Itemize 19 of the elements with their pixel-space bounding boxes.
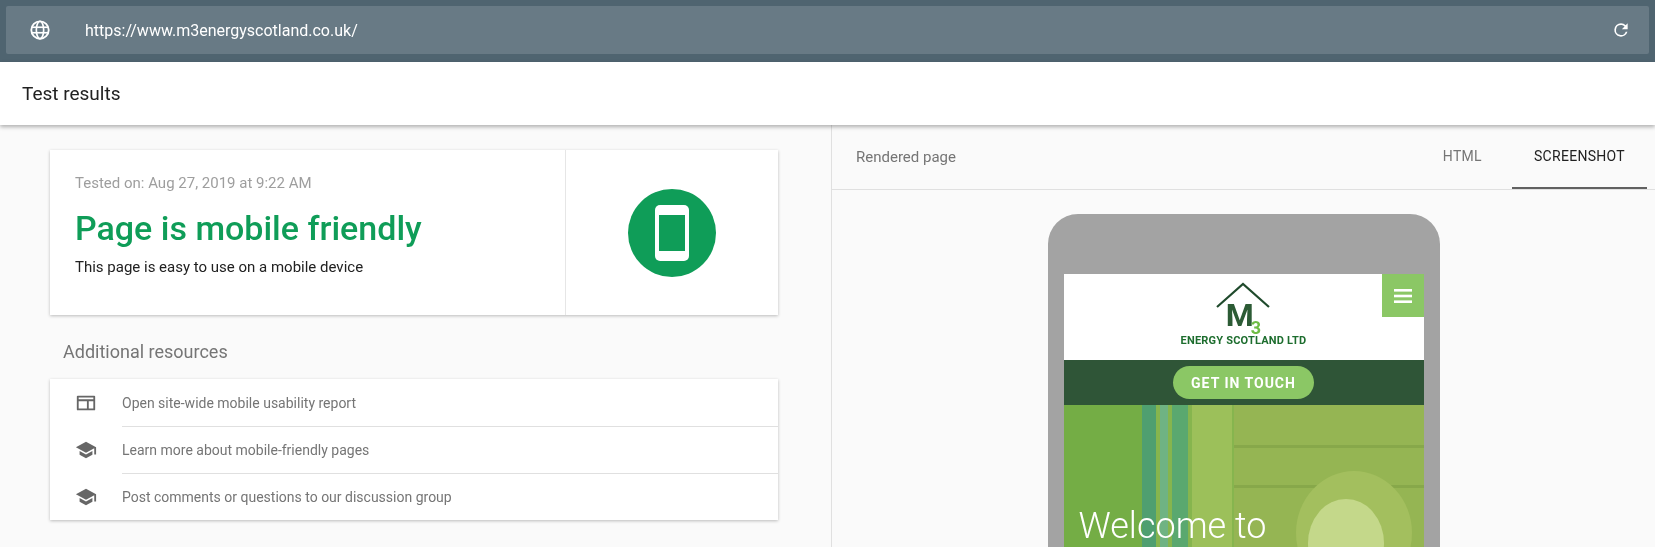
mobile-phone-icon — [628, 188, 716, 277]
hero-headline: Welcome to — [1078, 505, 1267, 547]
tested-on-text: Tested on: Aug 27, 2019 at 9:22 AM — [75, 174, 313, 192]
panel-title: Rendered page — [856, 148, 957, 166]
verdict-description: This page is easy to use on a mobile device — [75, 258, 365, 276]
view-tab[interactable]: SCREENSHOT — [1511, 125, 1647, 189]
company-name: ENERGY SCOTLAND LTD — [1180, 334, 1307, 347]
reload-icon[interactable] — [1611, 20, 1631, 40]
resource-link[interactable]: Post comments or questions to our discussion group — [50, 473, 778, 520]
url-text: https://www.m3energyscotland.co.uk/ — [85, 20, 359, 40]
page-title: Test results — [22, 82, 121, 105]
menu-icon — [1393, 288, 1412, 303]
resource-link[interactable]: Learn more about mobile-friendly pages — [50, 426, 778, 473]
address-bar[interactable]: https://www.m3energyscotland.co.uk/ — [6, 6, 1649, 54]
verdict-title: Page is mobile friendly — [75, 208, 423, 248]
view-tab[interactable]: HTML — [1412, 125, 1512, 189]
section-title: Additional resources — [63, 341, 229, 364]
globe-icon — [29, 19, 51, 41]
resource-link[interactable]: Open site-wide mobile usability report — [50, 379, 778, 426]
